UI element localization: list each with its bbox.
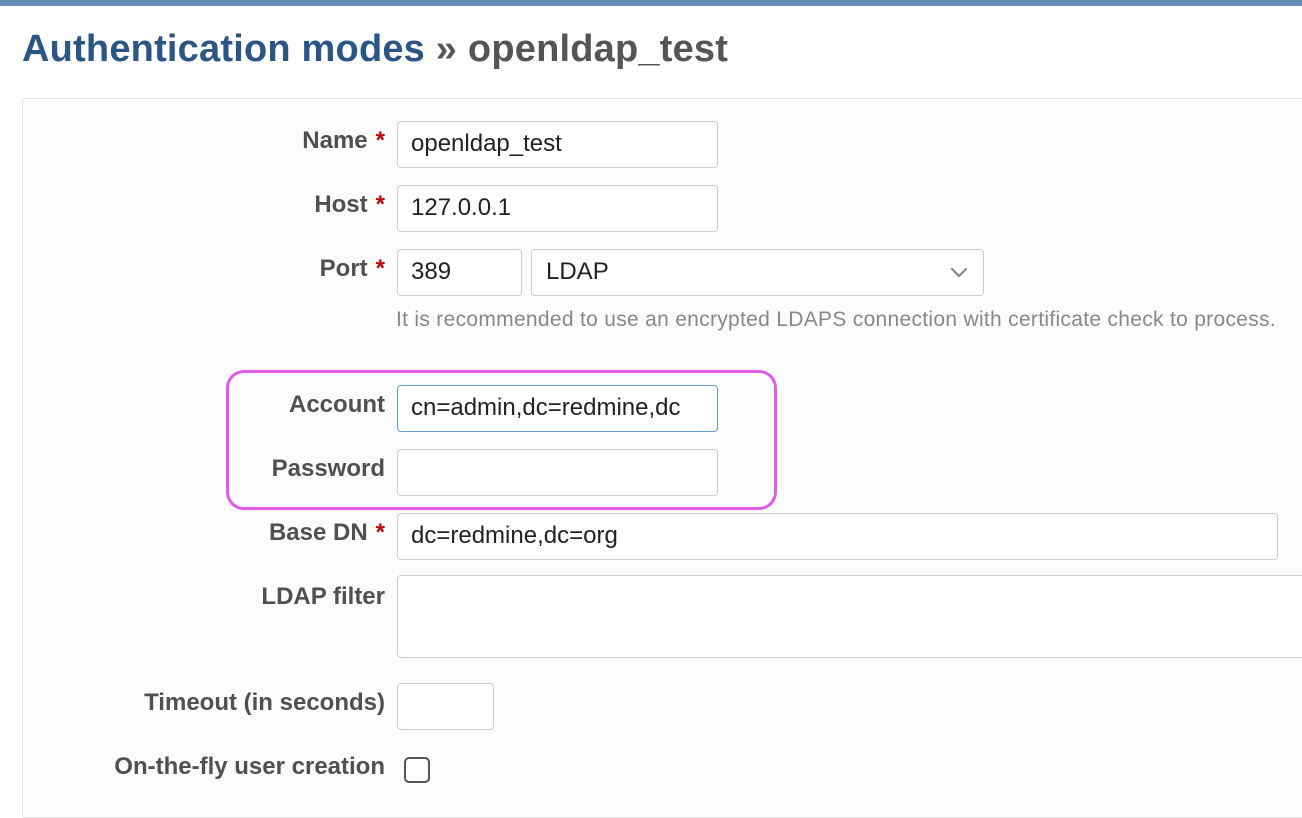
account-label: Account [289, 391, 385, 418]
account-input[interactable]: cn=admin,dc=redmine,dc [397, 385, 718, 432]
password-input[interactable] [397, 449, 718, 496]
host-label: Host * [314, 191, 385, 218]
base-dn-label: Base DN * [268, 519, 385, 546]
required-mark: * [375, 519, 385, 546]
onthefly-label: On-the-fly user creation [114, 753, 385, 780]
host-input[interactable]: 127.0.0.1 [397, 185, 718, 232]
timeout-input[interactable] [397, 683, 494, 730]
protocol-select-value: LDAP [546, 258, 609, 285]
breadcrumb-separator: » [435, 28, 458, 70]
required-mark: * [375, 255, 385, 282]
port-security-hint: It is recommended to use an encrypted LD… [396, 308, 1276, 331]
port-label: Port * [319, 255, 385, 282]
port-input[interactable]: 389 [397, 249, 522, 296]
page-title: Authentication modes » openldap_test [22, 28, 728, 71]
timeout-label: Timeout (in seconds) [144, 689, 385, 716]
name-input[interactable]: openldap_test [397, 121, 718, 168]
name-label: Name * [302, 127, 385, 154]
required-mark: * [375, 127, 385, 154]
top-bar [0, 0, 1302, 6]
protocol-select[interactable]: LDAP [531, 249, 984, 296]
ldap-filter-label: LDAP filter [261, 583, 385, 610]
base-dn-input[interactable]: dc=redmine,dc=org [397, 513, 1278, 560]
chevron-down-icon [950, 267, 968, 278]
onthefly-checkbox[interactable] [404, 757, 430, 783]
ldap-filter-input[interactable] [397, 575, 1302, 658]
auth-source-title: openldap_test [467, 28, 729, 70]
breadcrumb-authentication-modes-link[interactable]: Authentication modes [22, 28, 425, 70]
password-label: Password [271, 455, 385, 482]
required-mark: * [375, 191, 385, 218]
